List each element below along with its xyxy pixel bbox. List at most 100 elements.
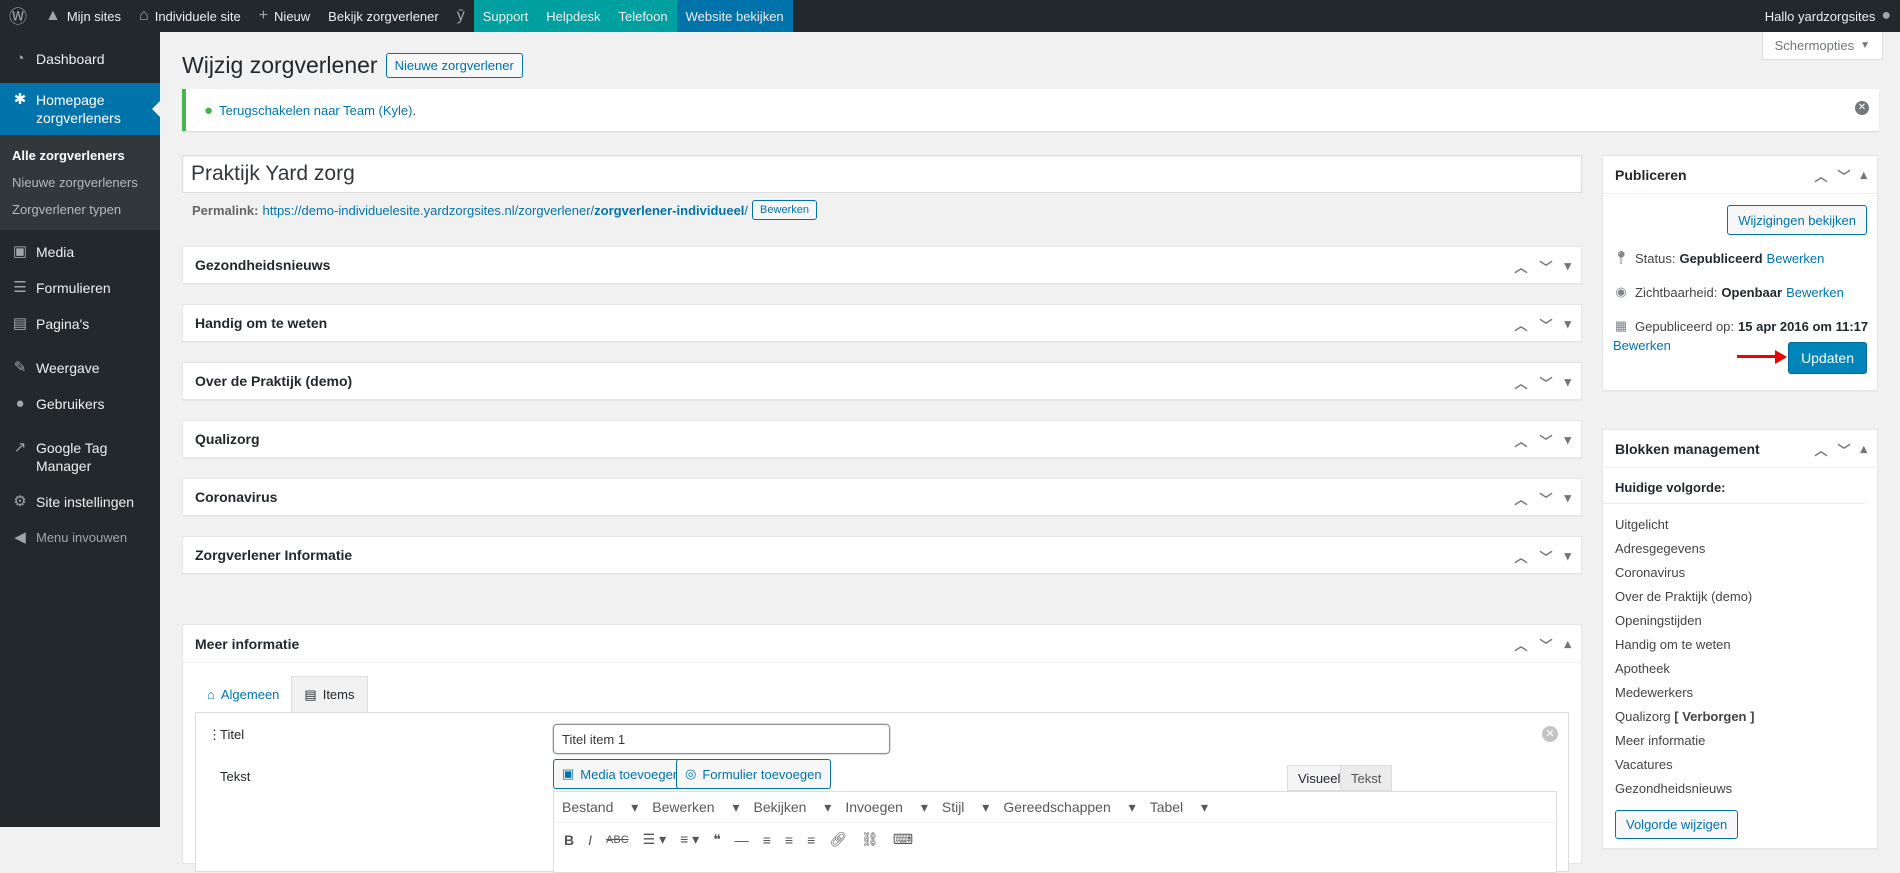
menu-gereedschappen[interactable]: Gereedschappen ▾ <box>1003 799 1135 816</box>
move-up-icon[interactable]: ︿ <box>1814 440 1827 459</box>
menu-invoegen[interactable]: Invoegen ▾ <box>845 799 928 816</box>
move-down-icon[interactable]: ﹀ <box>1539 257 1552 276</box>
account-menu[interactable]: Hallo yardzorgsites ● <box>1756 0 1900 32</box>
tab-algemeen[interactable]: ⌂ Algemeen <box>195 676 291 712</box>
move-up-icon[interactable]: ︿ <box>1514 489 1527 508</box>
toggle-panel-icon[interactable]: ▾ <box>1564 548 1571 564</box>
edit-visibility-link[interactable]: Bewerken <box>1786 285 1844 300</box>
support-link[interactable]: Support <box>473 0 538 32</box>
telefoon-link[interactable]: Telefoon <box>609 0 677 32</box>
move-down-icon[interactable]: ﹀ <box>1837 166 1850 185</box>
move-down-icon[interactable]: ﹀ <box>1539 489 1552 508</box>
change-order-button[interactable]: Volgorde wijzigen <box>1615 810 1739 839</box>
toggle-panel-icon[interactable]: ▾ <box>1564 432 1571 448</box>
unlink-icon[interactable]: ⛓ <box>861 831 879 848</box>
menu-paginas[interactable]: ▤ Pagina's <box>0 306 160 342</box>
edit-status-link[interactable]: Bewerken <box>1767 251 1825 266</box>
helpdesk-link[interactable]: Helpdesk <box>537 0 610 32</box>
move-up-icon[interactable]: ︿ <box>1514 431 1527 450</box>
meer-informatie-header[interactable]: Meer informatie ︿ ﹀ ▴ <box>183 625 1581 663</box>
move-down-icon[interactable]: ﹀ <box>1539 373 1552 392</box>
blockquote-icon[interactable]: ❝ <box>713 831 721 848</box>
editor-text-tab[interactable]: Tekst <box>1340 765 1393 791</box>
align-right-icon[interactable]: ≡ <box>807 832 815 848</box>
link-icon[interactable]: 🔗︎ <box>829 831 847 848</box>
menu-site-instellingen[interactable]: ⚙ Site instellingen <box>0 484 160 520</box>
toggle-panel-icon[interactable]: ▴ <box>1564 636 1571 652</box>
publish-header[interactable]: Publiceren ︿ ﹀ ▴ <box>1603 156 1877 194</box>
italic-icon[interactable]: I <box>588 832 592 848</box>
move-up-icon[interactable]: ︿ <box>1514 547 1527 566</box>
my-sites-menu[interactable]: ▲ Mijn sites <box>36 0 130 32</box>
move-up-icon[interactable]: ︿ <box>1514 315 1527 334</box>
submenu-nieuwe-zorgverleners[interactable]: Nieuwe zorgverleners <box>0 169 160 196</box>
move-down-icon[interactable]: ﹀ <box>1837 440 1850 459</box>
edit-permalink-button[interactable]: Bewerken <box>752 200 817 220</box>
bold-icon[interactable]: B <box>564 832 574 848</box>
toggle-panel-icon[interactable]: ▾ <box>1564 374 1571 390</box>
postbox-coronavirus[interactable]: Coronavirus ︿ ﹀ ▾ <box>182 478 1582 516</box>
remove-item-icon[interactable]: ✕ <box>1542 726 1558 742</box>
move-down-icon[interactable]: ﹀ <box>1539 431 1552 450</box>
postbox-qualizorg[interactable]: Qualizorg ︿ ﹀ ▾ <box>182 420 1582 458</box>
update-button[interactable]: Updaten <box>1788 342 1867 374</box>
menu-gebruikers[interactable]: ● Gebruikers <box>0 386 160 422</box>
website-bekijken-link[interactable]: Website bekijken <box>676 0 793 32</box>
collapse-menu-button[interactable]: ◀ Menu invouwen <box>0 520 160 556</box>
toggle-panel-icon[interactable]: ▴ <box>1860 441 1867 457</box>
postbox-handig-om-te-weten[interactable]: Handig om te weten ︿ ﹀ ▾ <box>182 304 1582 342</box>
new-zorgverlener-button[interactable]: Nieuwe zorgverlener <box>385 53 523 78</box>
toggle-panel-icon[interactable]: ▴ <box>1860 167 1867 183</box>
menu-weergave[interactable]: ✎ Weergave <box>0 350 160 386</box>
menu-formulieren[interactable]: ☰ Formulieren <box>0 270 160 306</box>
permalink-url[interactable]: https://demo-individuelesite.yardzorgsit… <box>262 203 748 218</box>
menu-bewerken[interactable]: Bewerken ▾ <box>652 799 739 816</box>
move-down-icon[interactable]: ﹀ <box>1539 635 1552 654</box>
move-up-icon[interactable]: ︿ <box>1514 257 1527 276</box>
menu-google-tag-manager[interactable]: ↗ Google Tag Manager <box>0 430 160 484</box>
postbox-zorgverlener-informatie[interactable]: Zorgverlener Informatie ︿ ﹀ ▾ <box>182 536 1582 574</box>
view-post-link[interactable]: Bekijk zorgverlener <box>319 0 448 32</box>
horizontal-line-icon[interactable]: — <box>735 832 749 848</box>
postbox-gezondheidsnieuws[interactable]: Gezondheidsnieuws ︿ ﹀ ▾ <box>182 246 1582 284</box>
titel-input[interactable]: Titel item 1 <box>553 724 890 754</box>
strikethrough-icon[interactable]: ABC <box>606 834 629 846</box>
move-up-icon[interactable]: ︿ <box>1814 166 1827 185</box>
keyboard-icon[interactable]: ⌨ <box>893 831 913 848</box>
screen-options-button[interactable]: Schermopties ▼ <box>1761 32 1883 60</box>
menu-stijl[interactable]: Stijl ▾ <box>942 799 989 816</box>
tab-items[interactable]: ▤ Items <box>291 676 368 712</box>
move-down-icon[interactable]: ﹀ <box>1539 547 1552 566</box>
preview-changes-button[interactable]: Wijzigingen bekijken <box>1727 205 1867 235</box>
menu-dashboard[interactable]: ◔ Dashboard <box>0 41 160 77</box>
menu-bekijken[interactable]: Bekijken ▾ <box>753 799 831 816</box>
move-up-icon[interactable]: ︿ <box>1514 373 1527 392</box>
switch-back-link[interactable]: Terugschakelen naar Team (Kyle) <box>219 103 412 118</box>
menu-tabel[interactable]: Tabel ▾ <box>1150 799 1208 816</box>
media-toevoegen-button[interactable]: ▣ Media toevoegen <box>553 759 690 789</box>
toggle-panel-icon[interactable]: ▾ <box>1564 490 1571 506</box>
blokken-header[interactable]: Blokken management ︿ ﹀ ▴ <box>1603 430 1877 468</box>
align-left-icon[interactable]: ≡ <box>763 832 771 848</box>
postbox-over-de-praktijk[interactable]: Over de Praktijk (demo) ︿ ﹀ ▾ <box>182 362 1582 400</box>
move-down-icon[interactable]: ﹀ <box>1539 315 1552 334</box>
menu-homepage-zorgverleners[interactable]: ✱ Homepage zorgverleners <box>0 83 160 135</box>
bullet-list-icon[interactable]: ☰ ▾ <box>643 831 666 848</box>
toggle-panel-icon[interactable]: ▾ <box>1564 316 1571 332</box>
menu-bestand[interactable]: Bestand ▾ <box>562 799 638 816</box>
submenu-alle-zorgverleners[interactable]: Alle zorgverleners <box>0 142 160 169</box>
new-content-menu[interactable]: + Nieuw <box>250 0 319 32</box>
move-up-icon[interactable]: ︿ <box>1514 635 1527 654</box>
dismiss-notice-icon[interactable]: ✕ <box>1855 101 1869 115</box>
wordpress-logo-icon[interactable]: Ⓦ <box>0 0 36 32</box>
submenu-zorgverlener-typen[interactable]: Zorgverlener typen <box>0 196 160 223</box>
post-title-input[interactable]: Praktijk Yard zorg <box>182 155 1582 193</box>
align-center-icon[interactable]: ≡ <box>785 832 793 848</box>
yoast-icon[interactable]: ȳ <box>448 0 474 32</box>
numbered-list-icon[interactable]: ≡ ▾ <box>680 831 699 848</box>
site-name-menu[interactable]: ⌂ Individuele site <box>130 0 250 32</box>
toggle-panel-icon[interactable]: ▾ <box>1564 258 1571 274</box>
edit-date-link[interactable]: Bewerken <box>1613 338 1671 353</box>
menu-media[interactable]: ▣ Media <box>0 234 160 270</box>
formulier-toevoegen-button[interactable]: ◎ Formulier toevoegen <box>676 759 831 789</box>
